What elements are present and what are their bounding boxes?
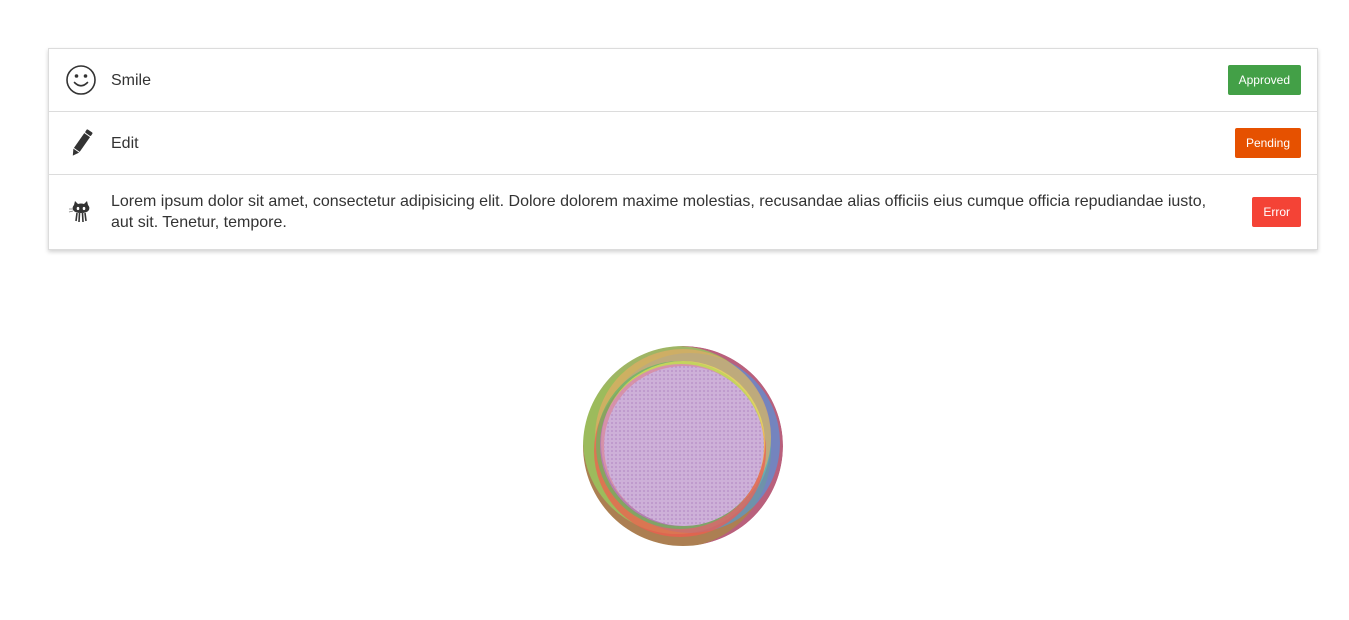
list-item-label: Edit	[111, 134, 139, 152]
list-item-smile[interactable]: Smile Approved	[49, 49, 1317, 112]
list-item-label: Lorem ipsum dolor sit amet, consectetur …	[111, 193, 1207, 231]
list-item-label: Smile	[111, 71, 152, 89]
status-badge-approved: Approved	[1227, 65, 1301, 95]
color-orb-graphic	[582, 345, 784, 547]
list-item-edit[interactable]: Edit Pending	[49, 112, 1317, 175]
status-list: Smile Approved Edit Pending Lorem ipsum …	[48, 48, 1318, 250]
list-item-lorem[interactable]: Lorem ipsum dolor sit amet, consectetur …	[49, 175, 1317, 249]
status-badge-pending: Pending	[1234, 128, 1301, 158]
pencil-icon	[65, 127, 97, 159]
smile-icon	[65, 64, 97, 96]
status-badge-error: Error	[1252, 197, 1301, 227]
github-octocat-icon	[65, 196, 97, 228]
